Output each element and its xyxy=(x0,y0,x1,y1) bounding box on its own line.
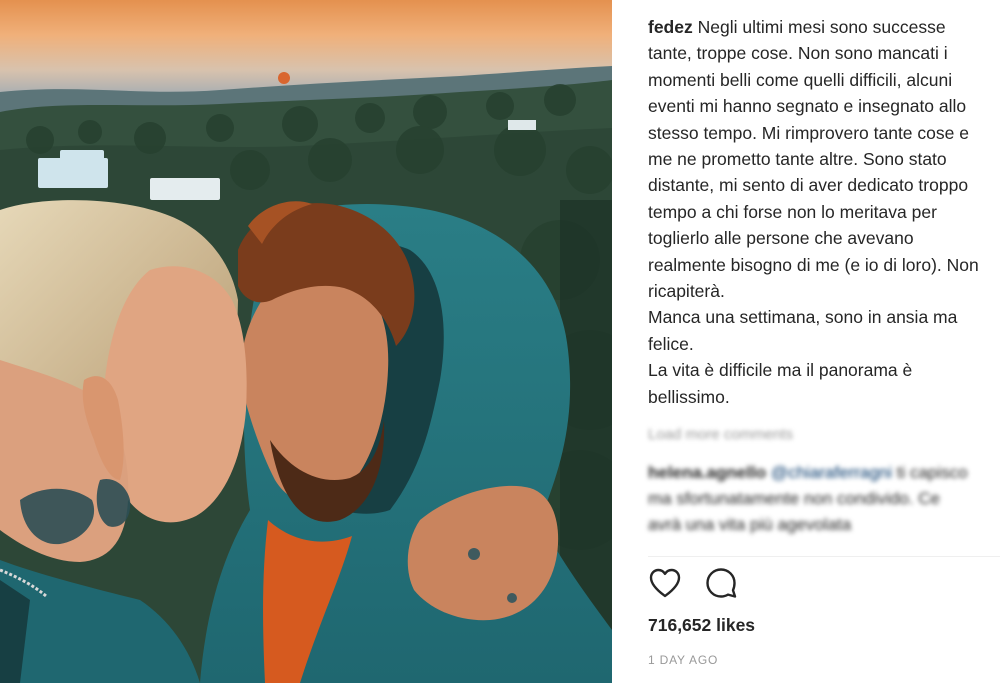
comment-button[interactable] xyxy=(702,564,740,602)
comment-mention-link[interactable]: @chiaraferragni xyxy=(771,463,892,482)
caption-line: ricapiterà. xyxy=(648,281,725,302)
caption-line: stesso tempo. Mi rimprovero tante cose e xyxy=(648,122,969,143)
comment-line: helena.agnello @chiaraferragni ti capisc… xyxy=(648,463,968,482)
caption-line: bellissimo. xyxy=(648,386,730,407)
post-caption: fedez Negli ultimi mesi sono successe ta… xyxy=(648,14,1000,410)
section-divider xyxy=(648,556,1000,557)
like-button[interactable] xyxy=(646,564,684,602)
photo-illustration xyxy=(0,0,612,683)
caption-line: Manca una settimana, sono in ansia ma xyxy=(648,307,958,328)
caption-line: distante, mi sento di aver dedicato trop… xyxy=(648,175,969,196)
comment-text: ti capisco xyxy=(892,463,968,482)
caption-line: tante, troppe cose. Non sono mancati i xyxy=(648,43,948,64)
caption-line: fedez Negli ultimi mesi sono successe xyxy=(648,14,1000,40)
caption-line: me ne prometto tante altre. Sono stato xyxy=(648,149,947,170)
caption-line: tempo a chi forse non lo meritava per xyxy=(648,201,937,222)
likes-count[interactable]: 716,652 likes xyxy=(648,615,755,636)
caption-line: eventi mi hanno segnato e insegnato allo xyxy=(648,96,967,117)
caption-line: La vita è difficile ma il panorama è xyxy=(648,360,913,381)
caption-line: toglierlo alle persone che avevano xyxy=(648,228,914,249)
comment-line: ma sfortunatamente non condivido. Ce xyxy=(648,489,941,508)
comment-line: avrà una vita più agevolata xyxy=(648,515,852,534)
post-timestamp[interactable]: 1 DAY AGO xyxy=(648,653,718,667)
speech-bubble-icon xyxy=(706,568,737,598)
comment-username-link[interactable]: helena.agnello xyxy=(648,463,766,482)
comment: helena.agnello @chiaraferragni ti capisc… xyxy=(648,460,1000,538)
post-sidebar: fedez Negli ultimi mesi sono successe ta… xyxy=(612,0,1000,683)
caption-line: realmente bisogno di me (e io di loro). … xyxy=(648,254,979,275)
post-photo[interactable] xyxy=(0,0,612,683)
caption-line: felice. xyxy=(648,333,694,354)
load-more-comments-link[interactable]: Load more comments xyxy=(648,426,793,443)
caption-line: momenti belli come quelli difficili, alc… xyxy=(648,69,953,90)
caption-text: Negli ultimi mesi sono successe xyxy=(692,17,946,37)
heart-outline-icon xyxy=(649,568,681,598)
author-username-link[interactable]: fedez xyxy=(648,17,693,37)
